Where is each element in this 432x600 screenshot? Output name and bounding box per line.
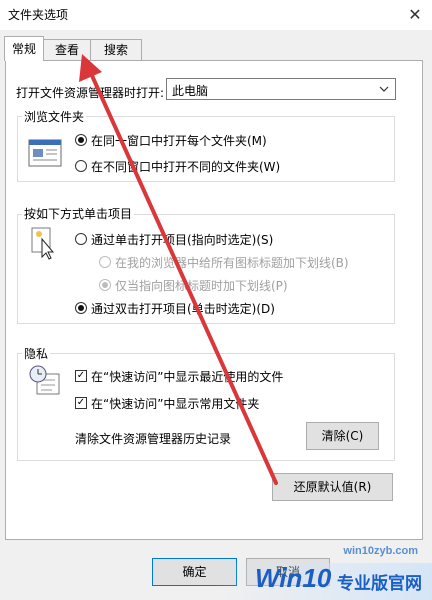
checkbox-recent-files[interactable]: ✓ [75, 370, 87, 382]
open-explorer-value: 此电脑 [172, 84, 209, 98]
checkbox-frequent-folders[interactable]: ✓ [75, 397, 87, 409]
option-frequent-folders: 在“快速访问”中显示常用文件夹 [91, 397, 260, 411]
watermark-brand-suffix: 专业版官网 [337, 574, 422, 594]
watermark: win10zyb.com Win10 专业版官网 [215, 545, 432, 600]
restore-defaults-button[interactable]: 还原默认值(R) [272, 473, 393, 501]
title-bar: 文件夹选项 ✕ [0, 0, 432, 30]
radio-same-window[interactable] [75, 134, 87, 146]
folder-window-icon [28, 139, 62, 167]
option-different-window: 在不同窗口中打开不同的文件夹(W) [91, 160, 281, 174]
window-title: 文件夹选项 [8, 8, 69, 22]
option-single-click: 通过单击打开项目(指向时选定)(S) [91, 233, 274, 247]
click-items-title: 按如下方式单击项目 [22, 205, 135, 222]
clear-button[interactable]: 清除(C) [306, 422, 379, 450]
close-icon: ✕ [408, 4, 422, 24]
tab-view[interactable]: 查看 [43, 39, 91, 60]
browse-folders-title: 浏览文件夹 [22, 108, 87, 125]
privacy-title: 隐私 [22, 345, 51, 362]
option-same-window: 在同一窗口中打开每个文件夹(M) [91, 134, 267, 148]
radio-underline-hover[interactable] [99, 279, 111, 291]
clear-history-label: 清除文件资源管理器历史记录 [75, 432, 232, 446]
tab-general[interactable]: 常规 [4, 36, 44, 61]
open-explorer-select[interactable]: 此电脑 [166, 78, 396, 100]
option-recent-files: 在“快速访问”中显示最近使用的文件 [91, 370, 284, 384]
click-cursor-icon [31, 227, 55, 260]
watermark-brand: Win10 [255, 563, 332, 593]
privacy-clock-icon [29, 365, 60, 395]
tab-search[interactable]: 搜索 [90, 39, 142, 60]
open-explorer-label: 打开文件资源管理器时打开: [16, 86, 165, 100]
option-underline-hover: 仅当指向图标标题时加下划线(P) [115, 279, 288, 293]
close-button[interactable]: ✕ [402, 2, 428, 26]
watermark-url: win10zyb.com [343, 545, 418, 557]
radio-double-click[interactable] [75, 302, 87, 314]
chevron-down-icon [379, 86, 389, 92]
radio-single-click[interactable] [75, 233, 87, 245]
radio-underline-all[interactable] [99, 256, 111, 268]
option-double-click: 通过双击打开项目(单击时选定)(D) [91, 302, 275, 316]
option-underline-all: 在我的浏览器中给所有图标标题加下划线(B) [115, 256, 349, 270]
radio-different-window[interactable] [75, 160, 87, 172]
